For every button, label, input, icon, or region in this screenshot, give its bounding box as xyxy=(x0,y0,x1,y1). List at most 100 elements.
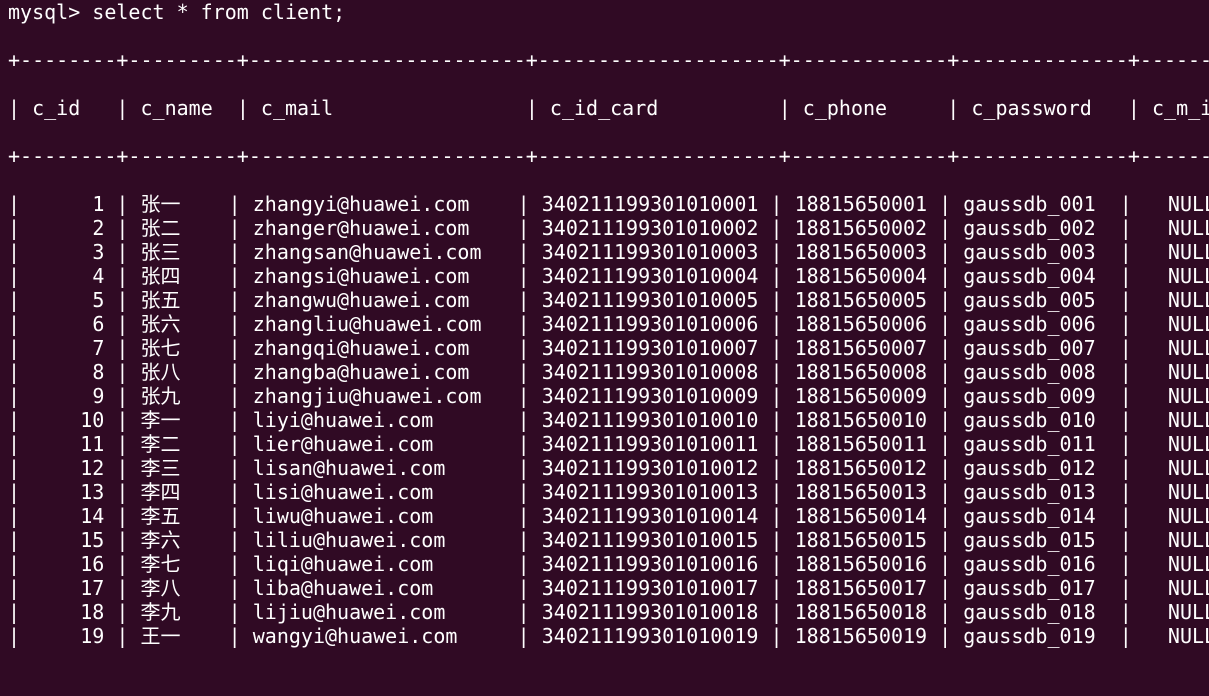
cell-c-id: 17 xyxy=(80,576,105,600)
cell-c-id: 19 xyxy=(80,624,105,648)
cell-c-m-id: NULL xyxy=(1167,264,1209,288)
cell-c-password: gaussdb_007 xyxy=(963,336,1096,360)
cell-c-password: gaussdb_002 xyxy=(963,216,1096,240)
table-row: | 3 | 张三 | zhangsan@huawei.com | 3402111… xyxy=(8,240,1209,264)
cell-c-phone: 18815650015 xyxy=(794,528,928,552)
cell-c-password: gaussdb_006 xyxy=(963,312,1096,336)
cell-c-m-id: NULL xyxy=(1167,432,1209,456)
cell-c-password: gaussdb_015 xyxy=(963,528,1096,552)
cell-c-id-card: 340211199301010004 xyxy=(541,264,759,288)
cell-c-name: 张九 xyxy=(140,384,181,408)
cell-c-id-card: 340211199301010007 xyxy=(541,336,759,360)
cell-c-phone: 18815650005 xyxy=(794,288,928,312)
table-body: | 1 | 张一 | zhangyi@huawei.com | 34021119… xyxy=(8,192,1209,648)
cell-c-m-id: NULL xyxy=(1167,552,1209,576)
cell-c-id: 10 xyxy=(80,408,105,432)
cell-c-password: gaussdb_017 xyxy=(963,576,1096,600)
cell-c-m-id: NULL xyxy=(1167,216,1209,240)
cell-c-id-card: 340211199301010001 xyxy=(541,192,759,216)
table-row: | 6 | 张六 | zhangliu@huawei.com | 3402111… xyxy=(8,312,1209,336)
cell-c-m-id: NULL xyxy=(1167,288,1209,312)
cell-c-m-id: NULL xyxy=(1167,336,1209,360)
table-border-top: +--------+---------+--------------------… xyxy=(8,48,1209,72)
cell-c-password: gaussdb_018 xyxy=(963,600,1096,624)
cell-c-phone: 18815650016 xyxy=(794,552,928,576)
cell-c-password: gaussdb_008 xyxy=(963,360,1096,384)
cell-c-id: 8 xyxy=(92,360,105,384)
cell-c-m-id: NULL xyxy=(1167,480,1209,504)
terminal-output: mysql> select * from client; +--------+-… xyxy=(8,0,1209,696)
table-row: | 14 | 李五 | liwu@huawei.com | 3402111993… xyxy=(8,504,1209,528)
terminal-window[interactable]: mysql> select * from client; +--------+-… xyxy=(0,0,1209,648)
cell-c-name: 李八 xyxy=(140,576,181,600)
cell-c-id-card: 340211199301010005 xyxy=(541,288,759,312)
table-row: | 10 | 李一 | liyi@huawei.com | 3402111993… xyxy=(8,408,1209,432)
cell-c-mail: zhangyi@huawei.com xyxy=(252,192,470,216)
cell-c-m-id: NULL xyxy=(1167,384,1209,408)
cell-c-m-id: NULL xyxy=(1167,312,1209,336)
cell-c-id-card: 340211199301010003 xyxy=(541,240,759,264)
table-row: | 13 | 李四 | lisi@huawei.com | 3402111993… xyxy=(8,480,1209,504)
cell-c-id: 13 xyxy=(80,480,105,504)
cell-c-phone: 18815650019 xyxy=(794,624,928,648)
table-row: | 16 | 李七 | liqi@huawei.com | 3402111993… xyxy=(8,552,1209,576)
cell-c-id-card: 340211199301010006 xyxy=(541,312,759,336)
table-row: | 9 | 张九 | zhangjiu@huawei.com | 3402111… xyxy=(8,384,1209,408)
column-header-c-id-card: c_id_card xyxy=(549,96,659,120)
cell-c-id: 3 xyxy=(92,240,105,264)
cell-c-name: 张二 xyxy=(140,216,181,240)
cell-c-password: gaussdb_001 xyxy=(963,192,1096,216)
table-row: | 19 | 王一 | wangyi@huawei.com | 34021119… xyxy=(8,624,1209,648)
cell-c-m-id: NULL xyxy=(1167,240,1209,264)
cell-c-mail: zhangsi@huawei.com xyxy=(252,264,470,288)
cell-c-password: gaussdb_011 xyxy=(963,432,1096,456)
cell-c-id-card: 340211199301010008 xyxy=(541,360,759,384)
cell-c-name: 张一 xyxy=(140,192,181,216)
cell-c-password: gaussdb_012 xyxy=(963,456,1096,480)
table-row: | 2 | 张二 | zhanger@huawei.com | 34021119… xyxy=(8,216,1209,240)
cell-c-id: 9 xyxy=(92,384,105,408)
cell-c-m-id: NULL xyxy=(1167,528,1209,552)
cell-c-phone: 18815650008 xyxy=(794,360,928,384)
cell-c-id-card: 340211199301010018 xyxy=(541,600,759,624)
command-line: mysql> select * from client; xyxy=(8,0,1209,24)
cell-c-name: 张四 xyxy=(140,264,181,288)
table-row: | 17 | 李八 | liba@huawei.com | 3402111993… xyxy=(8,576,1209,600)
cell-c-mail: wangyi@huawei.com xyxy=(252,624,458,648)
table-border-header: +--------+---------+--------------------… xyxy=(8,144,1209,168)
cell-c-phone: 18815650010 xyxy=(794,408,928,432)
cell-c-id-card: 340211199301010014 xyxy=(541,504,759,528)
cell-c-password: gaussdb_005 xyxy=(963,288,1096,312)
column-header-c-m-id: c_m_id xyxy=(1152,96,1209,120)
cell-c-password: gaussdb_014 xyxy=(963,504,1096,528)
table-row: | 4 | 张四 | zhangsi@huawei.com | 34021119… xyxy=(8,264,1209,288)
cell-c-password: gaussdb_003 xyxy=(963,240,1096,264)
table-row: | 12 | 李三 | lisan@huawei.com | 340211199… xyxy=(8,456,1209,480)
cell-c-id-card: 340211199301010010 xyxy=(541,408,759,432)
cell-c-password: gaussdb_019 xyxy=(963,624,1096,648)
cell-c-id-card: 340211199301010011 xyxy=(541,432,759,456)
cell-c-id: 1 xyxy=(92,192,105,216)
cell-c-name: 张五 xyxy=(140,288,181,312)
cell-c-mail: zhangliu@huawei.com xyxy=(252,312,482,336)
cell-c-phone: 18815650011 xyxy=(794,432,928,456)
cell-c-mail: liliu@huawei.com xyxy=(252,528,446,552)
cell-c-mail: zhangqi@huawei.com xyxy=(252,336,470,360)
cell-c-password: gaussdb_004 xyxy=(963,264,1096,288)
cell-c-mail: zhangsan@huawei.com xyxy=(252,240,482,264)
table-row: | 11 | 李二 | lier@huawei.com | 3402111993… xyxy=(8,432,1209,456)
cell-c-m-id: NULL xyxy=(1167,192,1209,216)
cell-c-id-card: 340211199301010002 xyxy=(541,216,759,240)
table-row: | 7 | 张七 | zhangqi@huawei.com | 34021119… xyxy=(8,336,1209,360)
cell-c-password: gaussdb_016 xyxy=(963,552,1096,576)
cell-c-name: 李二 xyxy=(140,432,181,456)
cell-c-id: 4 xyxy=(92,264,105,288)
cell-c-mail: liqi@huawei.com xyxy=(252,552,434,576)
cell-c-name: 李六 xyxy=(140,528,181,552)
prompt-text: mysql> xyxy=(8,0,93,24)
cell-c-id: 2 xyxy=(92,216,105,240)
cell-c-name: 王一 xyxy=(140,624,181,648)
cell-c-mail: lisan@huawei.com xyxy=(252,456,446,480)
cell-c-name: 张七 xyxy=(140,336,181,360)
cell-c-name: 李九 xyxy=(140,600,181,624)
